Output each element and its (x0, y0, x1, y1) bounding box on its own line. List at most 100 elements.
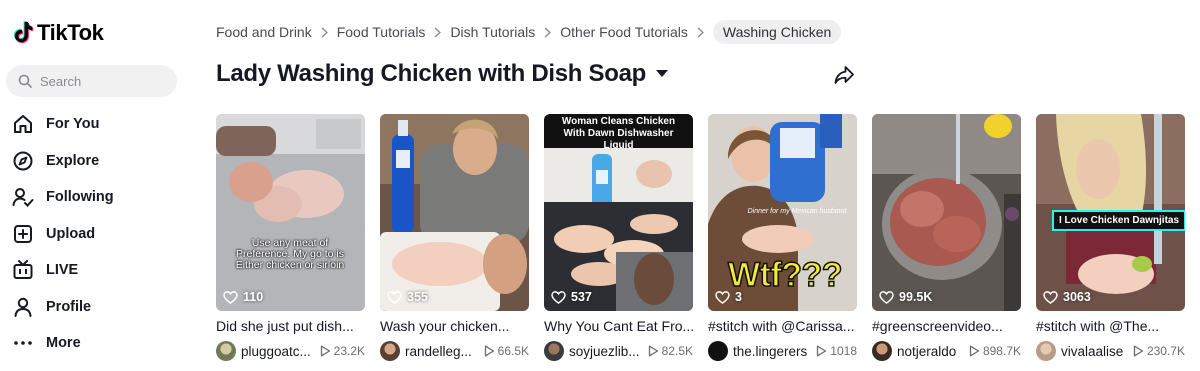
video-thumbnail[interactable]: Woman Cleans Chicken With Dawn Dishwashe… (544, 114, 693, 311)
views-value: 898.7K (982, 344, 1021, 358)
title-row: Lady Washing Chicken with Dish Soap (216, 60, 668, 88)
sidebar-item-explore[interactable]: Explore (12, 143, 114, 180)
heart-icon (387, 290, 402, 304)
live-icon (12, 259, 34, 281)
breadcrumb-item[interactable]: Dish Tutorials (450, 24, 535, 40)
video-caption[interactable]: #stitch with @Carissa... (708, 318, 857, 334)
username[interactable]: notjeraldo (897, 344, 969, 359)
video-thumbnail[interactable]: 355 (380, 114, 529, 311)
username[interactable]: soyjuezlib... (569, 344, 643, 359)
video-card[interactable]: 355 Wash your chicken... randelleg... 66… (380, 114, 529, 361)
video-card[interactable]: Use any meat of Preference. My go to is … (216, 114, 365, 361)
search-input[interactable] (40, 73, 160, 89)
sidebar-item-more[interactable]: More (12, 325, 114, 362)
likes-count: 3063 (1063, 290, 1091, 304)
breadcrumb-item[interactable]: Food and Drink (216, 24, 312, 40)
breadcrumb-item[interactable]: Other Food Tutorials (560, 24, 688, 40)
video-caption[interactable]: #stitch with @The... (1036, 318, 1185, 334)
likes-count: 3 (735, 290, 742, 304)
title-dropdown-icon[interactable] (656, 65, 668, 83)
sidebar-item-live[interactable]: LIVE (12, 252, 114, 289)
video-thumbnail[interactable]: 99.5K (872, 114, 1021, 311)
video-likes: 3 (715, 290, 742, 304)
sidebar-nav: For You Explore Following Upload LIVE Pr… (12, 106, 114, 362)
sidebar-item-label: Upload (46, 225, 96, 242)
video-meta: soyjuezlib... 82.5K (544, 341, 693, 361)
video-thumbnail[interactable]: Dinner for my Mexican husband Wtf??? 3 (708, 114, 857, 311)
video-caption[interactable]: Did she just put dish... (216, 318, 365, 334)
profile-icon (12, 296, 34, 318)
share-icon (834, 66, 854, 84)
view-count: 66.5K (484, 344, 529, 358)
video-meta: notjeraldo 898.7K (872, 341, 1021, 361)
avatar[interactable] (872, 341, 892, 361)
views-value: 66.5K (497, 344, 529, 358)
chevron-right-icon (697, 26, 704, 38)
upload-icon (12, 223, 34, 245)
view-count: 1018 (816, 344, 857, 358)
video-card[interactable]: Dinner for my Mexican husband Wtf??? 3 #… (708, 114, 857, 361)
sidebar-item-for-you[interactable]: For You (12, 106, 114, 143)
compass-icon (12, 150, 34, 172)
video-grid: Use any meat of Preference. My go to is … (216, 114, 1185, 361)
video-overlay-text: Wtf??? (727, 255, 843, 295)
video-likes: 99.5K (879, 290, 932, 304)
heart-icon (715, 290, 730, 304)
video-card[interactable]: 99.5K #greenscreenvideo... notjeraldo 89… (872, 114, 1021, 361)
video-meta: pluggoatc... 23.2K (216, 341, 365, 361)
avatar[interactable] (544, 341, 564, 361)
likes-count: 110 (243, 290, 264, 304)
heart-icon (879, 290, 894, 304)
video-meta: randelleg... 66.5K (380, 341, 529, 361)
video-caption[interactable]: Wash your chicken... (380, 318, 529, 334)
play-icon (648, 345, 658, 357)
search-bar[interactable] (6, 65, 177, 97)
heart-icon (551, 290, 566, 304)
video-overlay-text: Woman Cleans Chicken With Dawn Dishwashe… (561, 116, 676, 151)
heart-icon (1043, 290, 1058, 304)
sidebar-item-label: Following (46, 189, 114, 206)
tiktok-logo[interactable]: TikTok (12, 20, 104, 46)
avatar[interactable] (708, 341, 728, 361)
avatar[interactable] (1036, 341, 1056, 361)
video-card[interactable]: I Love Chicken Dawnjitas 3063 #stitch wi… (1036, 114, 1185, 361)
play-icon (969, 345, 980, 357)
view-count: 23.2K (320, 344, 365, 358)
username[interactable]: vivalaalise (1061, 344, 1133, 359)
heart-icon (223, 290, 238, 304)
avatar[interactable] (380, 341, 400, 361)
page-title: Lady Washing Chicken with Dish Soap (216, 60, 646, 87)
username[interactable]: pluggoatc... (241, 344, 315, 359)
logo-text: TikTok (37, 20, 104, 45)
sidebar-item-profile[interactable]: Profile (12, 289, 114, 326)
video-overlay-small: Dinner for my Mexican husband (747, 208, 847, 215)
play-icon (320, 345, 330, 357)
view-count: 898.7K (969, 344, 1021, 358)
share-button[interactable] (833, 64, 857, 88)
search-icon (18, 74, 32, 88)
sidebar-item-upload[interactable]: Upload (12, 216, 114, 253)
sidebar-item-label: More (46, 335, 81, 352)
sidebar-item-label: Explore (46, 152, 100, 169)
sidebar-item-following[interactable]: Following (12, 179, 114, 216)
video-caption[interactable]: Why You Cant Eat Fro... (544, 318, 693, 334)
play-icon (817, 345, 827, 357)
video-likes: 110 (223, 290, 263, 304)
thumbnail-image (216, 114, 365, 311)
avatar[interactable] (216, 341, 236, 361)
tiktok-logo-icon (13, 21, 34, 44)
video-likes: 537 (551, 290, 592, 304)
breadcrumb-item[interactable]: Food Tutorials (337, 24, 426, 40)
video-thumbnail[interactable]: I Love Chicken Dawnjitas 3063 (1036, 114, 1185, 311)
video-card[interactable]: Woman Cleans Chicken With Dawn Dishwashe… (544, 114, 693, 361)
breadcrumb: Food and Drink Food Tutorials Dish Tutor… (216, 20, 842, 44)
username[interactable]: randelleg... (405, 344, 479, 359)
likes-count: 99.5K (899, 290, 933, 304)
video-overlay-text: Use any meat of Preference. My go to is … (235, 237, 345, 271)
thumbnail-image (872, 114, 1021, 311)
breadcrumb-current: Washing Chicken (712, 20, 842, 44)
video-meta: the.lingerers 1018 (708, 341, 857, 361)
username[interactable]: the.lingerers (733, 344, 807, 359)
video-caption[interactable]: #greenscreenvideo... (872, 318, 1021, 334)
video-thumbnail[interactable]: Use any meat of Preference. My go to is … (216, 114, 365, 311)
